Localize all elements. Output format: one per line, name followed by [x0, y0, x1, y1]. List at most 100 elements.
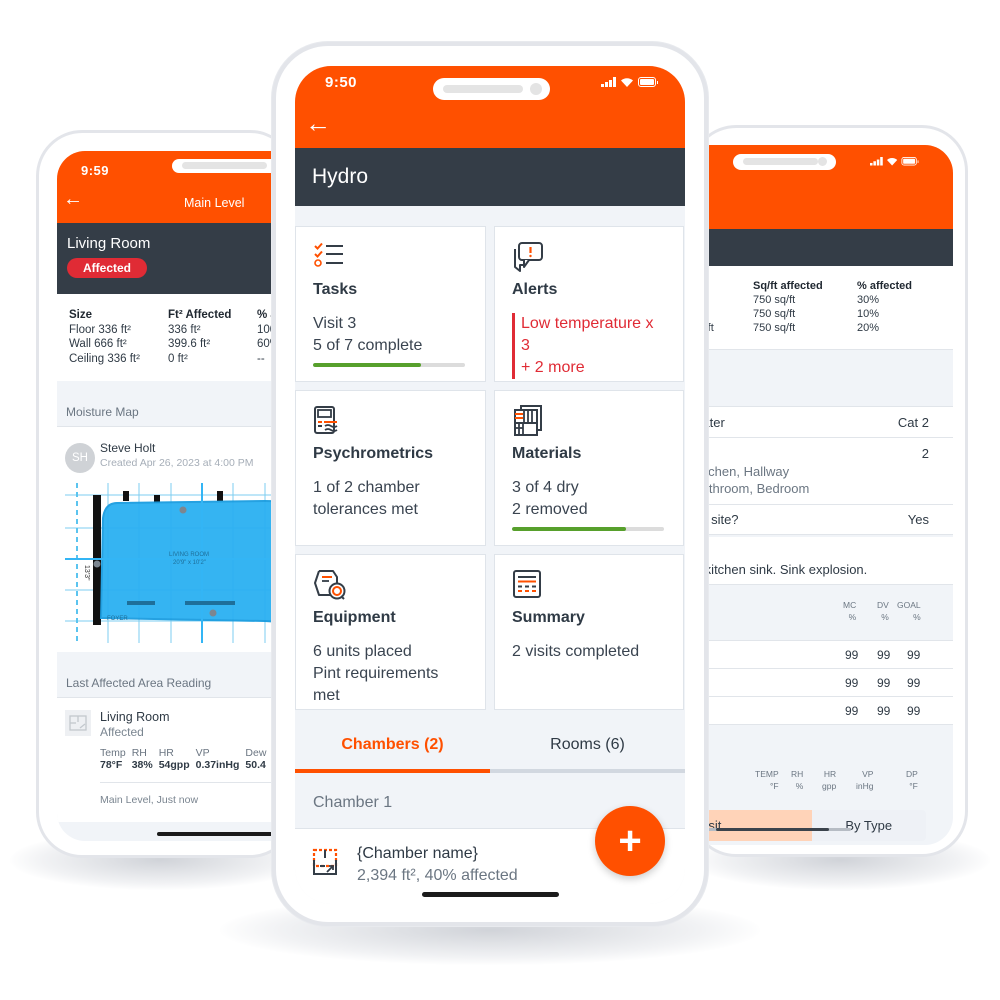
table-cell: 10% [857, 308, 880, 320]
card-psychrometrics[interactable]: Psychrometrics 1 of 2 chamber tolerances… [295, 390, 486, 546]
description-row: the kitchen sink. Sink explosion. [693, 537, 953, 585]
moisture-pin[interactable] [209, 609, 217, 617]
reading-row[interactable]: 99 99 99 [693, 697, 953, 725]
top-bar: 9:50 ← [295, 66, 685, 148]
floorplan-icon [65, 710, 91, 736]
card-line: tolerances met [313, 501, 418, 518]
tab-bar: Chambers (2) Rooms (6) [295, 721, 685, 773]
table-cell: Ceiling 336 ft² [69, 352, 140, 365]
card-line: 6 units placed [313, 643, 412, 660]
readings-header: ds MC% DV% GOAL% [693, 585, 953, 641]
moisture-map[interactable]: LIVING ROOM 20'9" x 10'2" FOYER 13'3" [65, 483, 296, 643]
table-cell: 750 sq/ft [753, 322, 796, 334]
card-materials[interactable]: Materials 3 of 4 dry 2 removed [494, 390, 684, 546]
moisture-map-card[interactable]: SH Steve Holt Created Apr 26, 2023 at 4:… [57, 427, 296, 652]
col-vp: VP inHg [856, 769, 874, 791]
column-header: % affected [857, 280, 913, 292]
progress-fill [313, 363, 421, 367]
col-mc: MC% [843, 600, 857, 622]
table-cell: 399.6 ft² [168, 338, 211, 350]
alert-bubble-icon [514, 242, 543, 272]
card-line: 5 of 7 complete [313, 337, 423, 354]
table-cell: 0 ft² [168, 352, 188, 365]
card-title: Psychrometrics [313, 445, 434, 462]
phone-right: ry /ft ft sq/ft Sq/ft affected 750 sq/ft… [690, 125, 968, 857]
area-table: Size Floor 336 ft² Wall 666 ft² Ceiling … [57, 294, 293, 381]
reading-row[interactable]: 99 99 99 [693, 641, 953, 669]
signal-icon [601, 77, 616, 87]
add-button[interactable]: + [595, 806, 665, 876]
room-detail-screen: 9:59 ← Main Level Living Room Affected S… [57, 151, 296, 841]
top-bar: 9:59 ← Main Level [57, 151, 293, 223]
page-title: Hydro [295, 148, 685, 206]
card-summary[interactable]: Summary 2 visits completed [494, 554, 684, 710]
tab-rooms[interactable]: Rooms (6) [490, 721, 685, 769]
moisture-pin[interactable] [179, 506, 187, 514]
table-cell: 336 ft² [168, 323, 201, 336]
metric-dew: Dew 50.4 [245, 747, 267, 771]
materials-progress-bar [512, 527, 664, 531]
size-column: Size Floor 336 ft² Wall 666 ft² Ceiling … [69, 308, 140, 366]
back-arrow-icon[interactable]: ← [63, 189, 83, 209]
created-date: Created Apr 26, 2023 at 4:00 PM [100, 457, 254, 469]
detail-row-onsite: on site? Yes [693, 505, 953, 535]
app-bar: ← Main Level [57, 185, 293, 223]
psychrometric-header: TEMP °F RH% HR gpp VP inHg DP °F [693, 725, 953, 803]
nav-title: Main Level [184, 196, 245, 210]
toggle-by-type[interactable]: By Type [812, 810, 927, 841]
card-title: Alerts [512, 281, 558, 298]
notch [172, 159, 282, 173]
room-name: Living Room [67, 235, 151, 252]
alert-line: Low temperature x 3 [521, 315, 654, 354]
reading-metrics: Temp 78°F RH 38% HR 54gpp VP 0.37inHg Dew 50.… [100, 747, 266, 771]
status-badge: Affected [67, 258, 148, 278]
hydro-dashboard-screen: 9:50 ← Hydro Tasks Visit 3 5 of 7 comple… [295, 66, 685, 904]
card-tasks[interactable]: Tasks Visit 3 5 of 7 complete [295, 226, 486, 382]
side-dimension: 13'3" [83, 565, 90, 581]
tab-chambers[interactable]: Chambers (2) [295, 721, 490, 773]
col-dp: DP °F [906, 769, 918, 791]
detail-row-rooms: 2 Kitchen, Hallway Bathroom, Bedroom [693, 438, 953, 505]
view-toggle: Visit By Type [693, 810, 926, 841]
section-last-reading: Last Affected Area Reading [57, 652, 293, 698]
plus-icon: + [618, 818, 642, 863]
card-alerts[interactable]: Alerts Low temperature x 3 + 2 more [494, 226, 684, 382]
metric-hr: HR 54gpp [158, 747, 190, 771]
chamber-floorplan-icon [312, 848, 338, 875]
metric-temp: Temp 78°F [100, 747, 126, 771]
battery-icon [901, 157, 919, 166]
moisture-pin[interactable] [93, 560, 101, 568]
page-title: ry [693, 229, 953, 266]
summary-screen: ry /ft ft sq/ft Sq/ft affected 750 sq/ft… [693, 145, 953, 845]
status-time: 9:59 [81, 163, 110, 178]
toggle-visit[interactable]: Visit [693, 810, 812, 841]
arrow-left-icon[interactable]: ← [305, 110, 331, 136]
system-icons [601, 77, 658, 87]
status-bar: 9:50 [295, 66, 685, 104]
tasks-progress-bar [313, 363, 465, 367]
system-icons [870, 157, 919, 166]
reading-status: Affected [100, 725, 144, 739]
psychrometer-icon [314, 406, 338, 434]
sqft-column: Sq/ft affected 750 sq/ft 750 sq/ft 750 s… [753, 279, 823, 335]
table-cell: 750 sq/ft [753, 294, 796, 306]
scrollbar-thumb[interactable] [716, 828, 829, 831]
section-spacer [693, 350, 953, 407]
room-header: Living Room Affected [57, 223, 293, 294]
status-time: 9:50 [325, 74, 358, 91]
wifi-icon [620, 78, 633, 87]
reading-row[interactable]: 99 99 99 [693, 669, 953, 697]
reading-card[interactable]: Living Room Affected Temp 78°F RH 38% HR 54… [57, 698, 293, 822]
card-equipment[interactable]: Equipment 6 units placed Pint requiremen… [295, 554, 486, 710]
signal-icon [870, 157, 883, 166]
status-bar [693, 145, 953, 181]
card-line: Pint requirements met [313, 665, 439, 704]
table-cell: 20% [857, 322, 880, 334]
checklist-icon [314, 242, 343, 267]
author-name: Steve Holt [100, 441, 156, 455]
foyer-label: FOYER [107, 616, 128, 622]
column-header: Size [69, 309, 93, 321]
notch [733, 154, 836, 170]
card-title: Equipment [313, 609, 396, 626]
battery-icon [637, 77, 658, 87]
